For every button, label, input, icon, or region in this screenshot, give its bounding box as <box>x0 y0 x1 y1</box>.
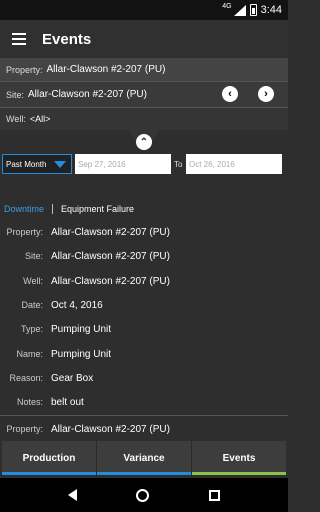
tab-downtime[interactable]: Downtime <box>0 204 54 214</box>
site-label: Site: <box>6 89 25 100</box>
next-site-button[interactable]: › <box>258 86 274 102</box>
page-title: Events <box>42 30 92 48</box>
property-label: Property: <box>6 64 43 75</box>
event-divider <box>0 415 288 416</box>
tab-label: Events <box>222 452 256 464</box>
tab-production[interactable]: Production <box>2 441 97 475</box>
chevron-up-icon: ⌃ <box>139 136 149 148</box>
detail-label: Type: <box>20 324 43 334</box>
event-row-notes: Notes: belt out <box>0 390 288 414</box>
date-to-placeholder: Oct 26, 2016 <box>189 159 235 169</box>
detail-label: Property: <box>6 424 43 434</box>
detail-label: Site: <box>24 251 43 261</box>
status-bar: 4G 3:44 <box>0 0 288 20</box>
event-row-reason: Reason: Gear Box <box>0 366 288 390</box>
date-from-field[interactable]: Sep 27, 2016 <box>75 154 171 174</box>
battery-icon <box>249 4 257 16</box>
detail-value: Allar-Clawson #2-207 (PU) <box>51 275 170 287</box>
event-row-name: Name: Pumping Unit <box>0 342 288 366</box>
tab-indicator <box>2 472 96 475</box>
tab-indicator <box>97 472 191 475</box>
property-value[interactable]: Allar-Clawson #2-207 (PU) <box>47 64 166 75</box>
property-filter-row[interactable]: Property: Allar-Clawson #2-207 (PU) <box>0 58 288 82</box>
period-value: Past Month <box>6 159 47 169</box>
event-row-property: Property: Allar-Clawson #2-207 (PU) <box>0 220 288 244</box>
previous-site-button[interactable]: ‹ <box>222 86 238 102</box>
detail-value: Pumping Unit <box>51 348 112 360</box>
detail-label: Well: <box>23 276 43 286</box>
tab-label: Variance <box>123 452 165 464</box>
detail-label: Reason: <box>9 373 43 383</box>
date-from-placeholder: Sep 27, 2016 <box>78 159 126 169</box>
event-row-well: Well: Allar-Clawson #2-207 (PU) <box>0 269 288 293</box>
dropdown-arrow-icon <box>54 161 66 168</box>
tab-events[interactable]: Events <box>192 441 286 475</box>
bottom-tab-bar: Production Variance Events <box>2 441 286 475</box>
detail-value: Pumping Unit <box>51 323 112 335</box>
back-icon[interactable] <box>67 489 77 501</box>
site-value[interactable]: Allar-Clawson #2-207 (PU) <box>28 89 147 100</box>
tab-label: Production <box>22 452 76 464</box>
home-icon[interactable] <box>136 488 150 502</box>
date-filter-row: Past Month Sep 27, 2016 To Oct 26, 2016 <box>0 150 288 180</box>
event-row-type: Type: Pumping Unit <box>0 317 288 341</box>
chevron-left-icon: ‹ <box>228 87 232 100</box>
recents-icon[interactable] <box>209 489 221 501</box>
detail-value: Allar-Clawson #2-207 (PU) <box>51 423 170 435</box>
detail-label: Name: <box>16 349 43 359</box>
app-bar: Events <box>0 20 288 58</box>
collapse-filters-button[interactable]: ⌃ <box>136 134 152 150</box>
to-label: To <box>174 160 183 169</box>
network-type: 4G <box>222 3 232 10</box>
well-label: Well: <box>6 114 26 124</box>
tab-equipment-failure[interactable]: Equipment Failure <box>53 204 134 214</box>
well-value[interactable]: <All> <box>30 114 51 124</box>
tab-indicator <box>192 472 286 475</box>
period-dropdown[interactable]: Past Month <box>2 154 72 174</box>
menu-icon[interactable] <box>12 33 26 45</box>
date-to-field[interactable]: Oct 26, 2016 <box>186 154 282 174</box>
event-details: Property: Allar-Clawson #2-207 (PU) Site… <box>0 220 288 416</box>
detail-label: Notes: <box>16 397 43 407</box>
detail-value: Allar-Clawson #2-207 (PU) <box>51 226 170 238</box>
clock: 3:44 <box>260 4 282 16</box>
event-type-tabs: Downtime Equipment Failure <box>0 198 288 220</box>
event-row-site: Site: Allar-Clawson #2-207 (PU) <box>0 244 288 268</box>
well-filter-row[interactable]: Well: <All> <box>0 108 288 130</box>
event-row-date: Date: Oct 4, 2016 <box>0 293 288 317</box>
system-nav-bar <box>0 478 288 512</box>
tab-variance[interactable]: Variance <box>97 441 192 475</box>
detail-value: Gear Box <box>51 372 94 384</box>
detail-value: Oct 4, 2016 <box>51 299 103 311</box>
chevron-right-icon: › <box>264 87 268 100</box>
detail-label: Property: <box>6 227 43 237</box>
detail-value: belt out <box>51 396 84 408</box>
next-event-row-property: Property: Allar-Clawson #2-207 (PU) <box>0 418 288 440</box>
signal-icon <box>233 4 246 16</box>
detail-label: Date: <box>21 300 43 310</box>
detail-value: Allar-Clawson #2-207 (PU) <box>51 250 170 262</box>
site-filter-row[interactable]: Site: Allar-Clawson #2-207 (PU) <box>0 82 288 108</box>
